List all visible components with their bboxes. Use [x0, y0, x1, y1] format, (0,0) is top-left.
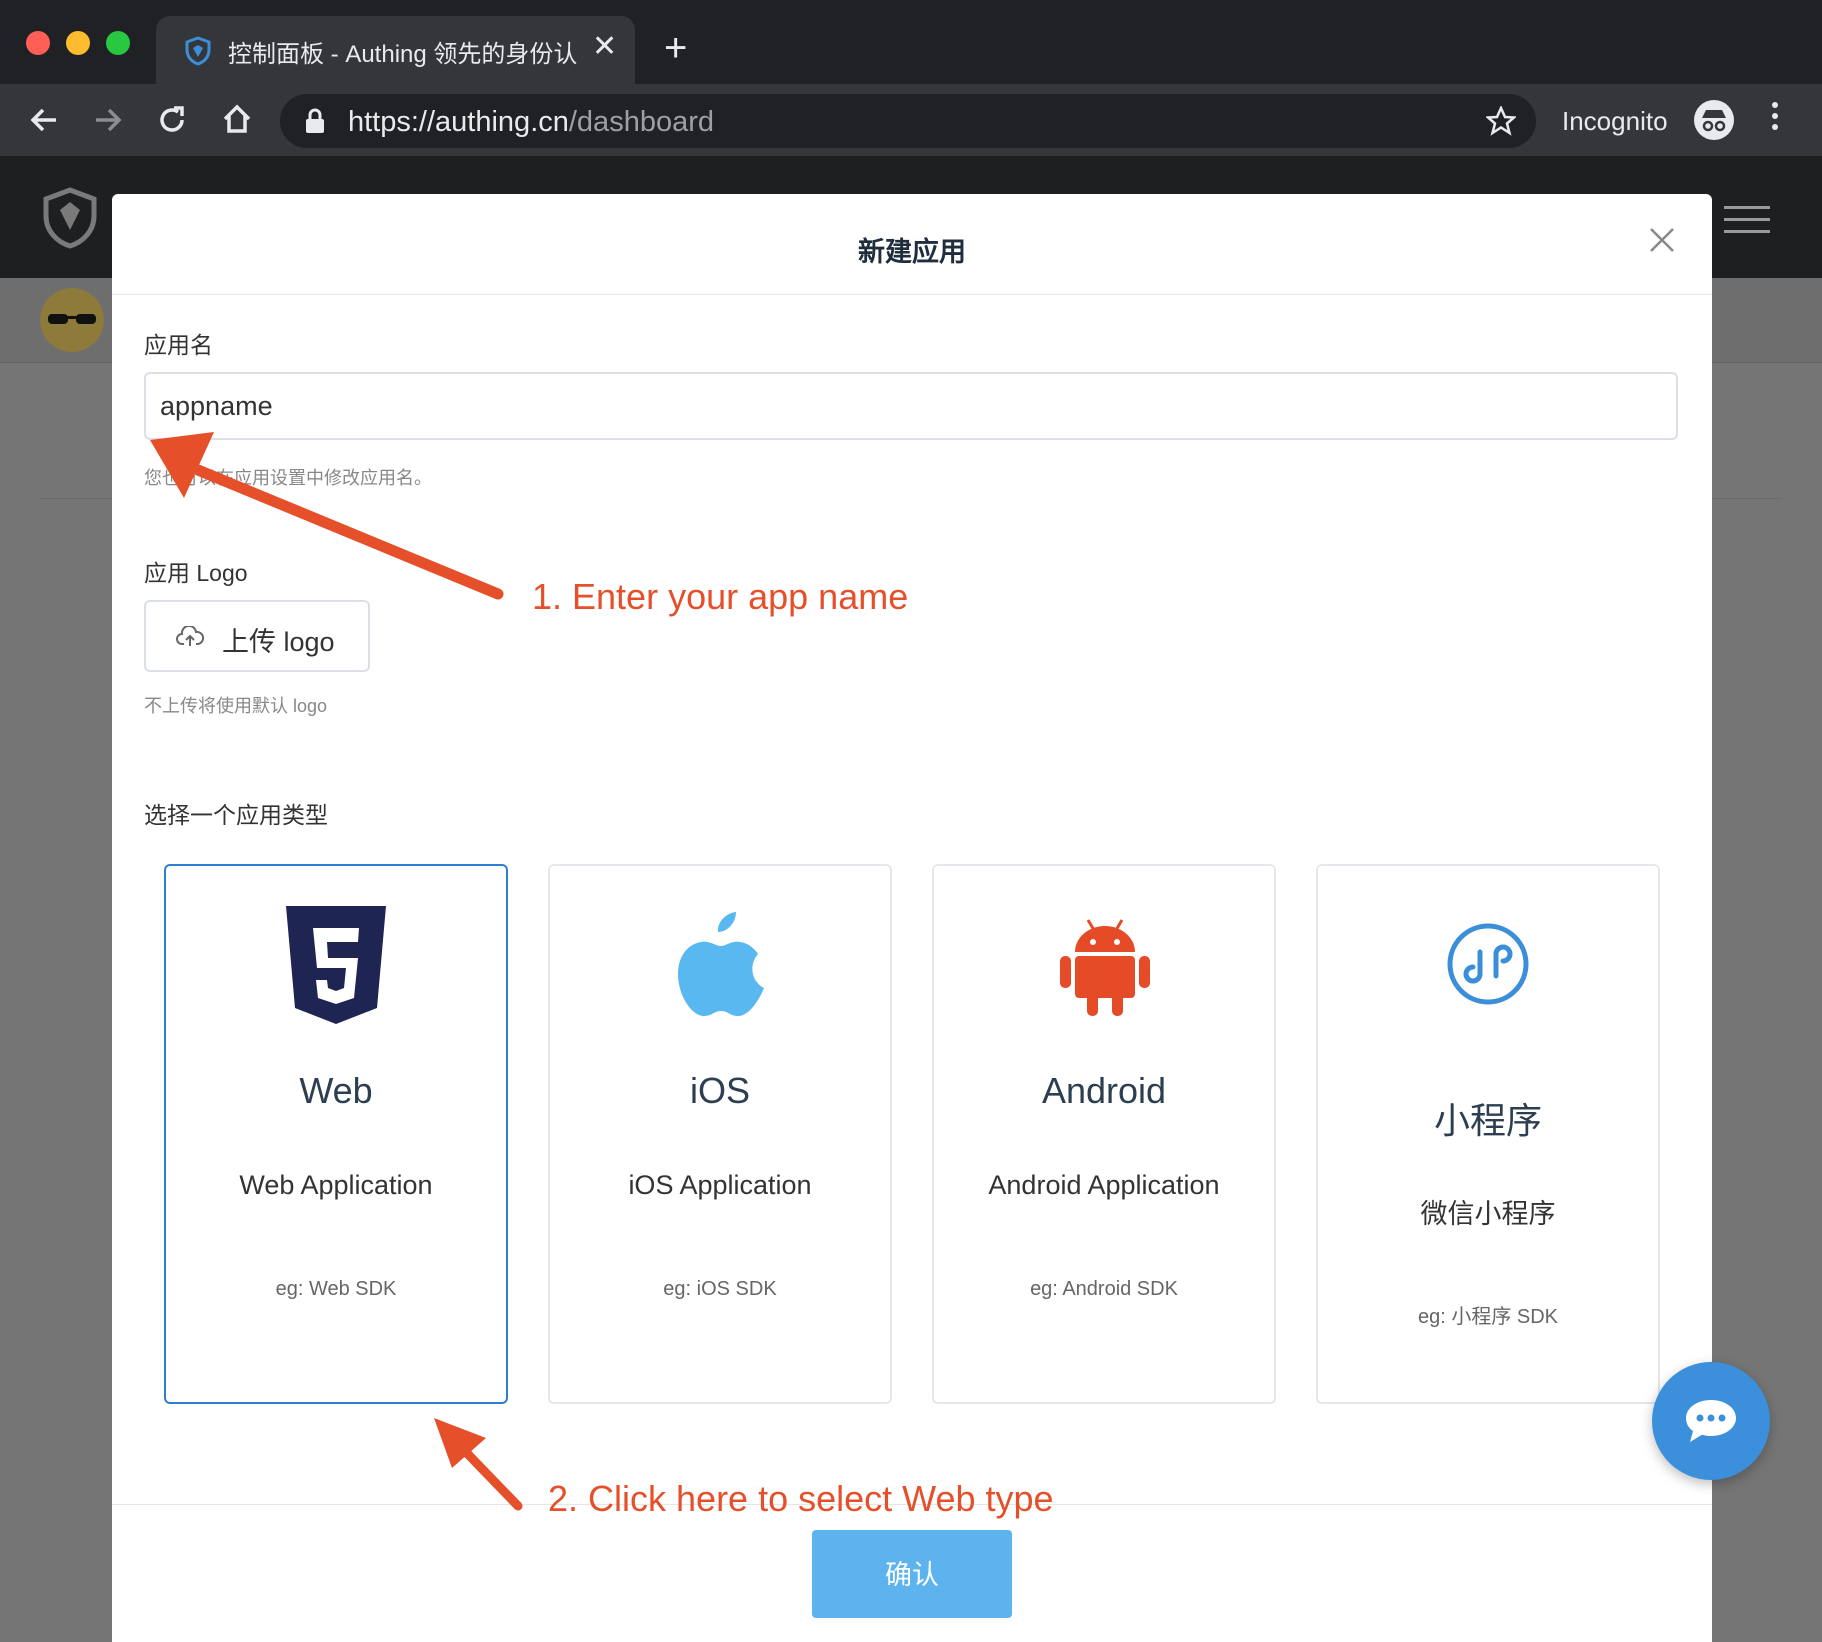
arrow-step1-shaft [192, 464, 504, 600]
arrow-step1-head [150, 432, 214, 498]
annotation-step2: 2. Click here to select Web type [548, 1478, 1054, 1519]
annotation-step1: 1. Enter your app name [532, 576, 909, 617]
arrow-step2-shaft [457, 1443, 523, 1511]
annotation-arrows [150, 432, 523, 1511]
